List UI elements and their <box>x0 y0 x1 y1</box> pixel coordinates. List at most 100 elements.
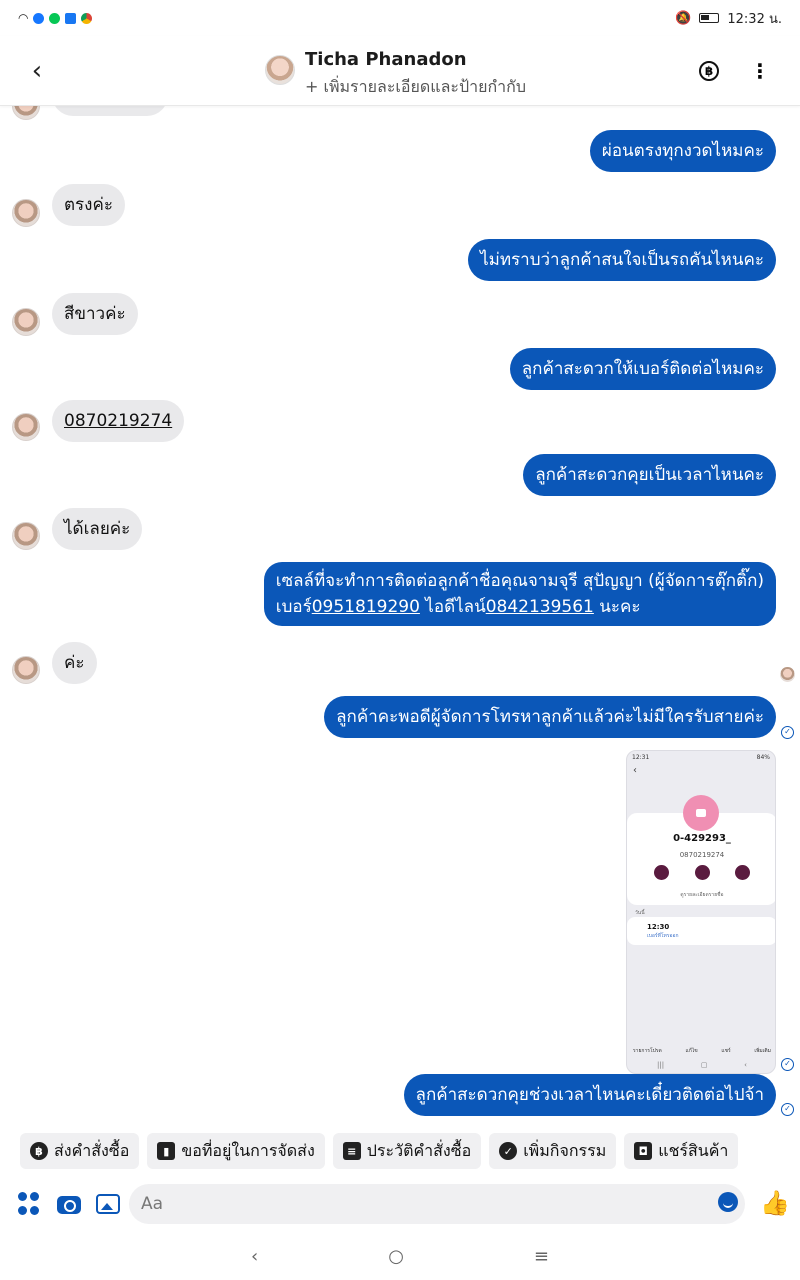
image-navbar: ||| ▢ ‹ <box>657 1061 747 1069</box>
nav-back-icon[interactable]: ‹ <box>251 1246 258 1267</box>
message-icon <box>694 865 710 880</box>
like-button[interactable]: 👍 <box>760 1188 790 1218</box>
status-bar: ◠ 🔕 12:32 น. <box>0 0 800 36</box>
delivered-icon: ✓ <box>781 1103 794 1116</box>
clock: 12:32 น. <box>727 11 782 27</box>
quick-action-label: เพิ่มกิจกรรม <box>523 1140 607 1160</box>
quick-action-add-activity[interactable]: ✓ เพิ่มกิจกรรม <box>489 1133 617 1169</box>
image-section-label: วันนี้ <box>635 910 645 916</box>
quick-action-label: ส่งคำสั่งซื้อ <box>54 1140 130 1160</box>
message-composer: Aa 👍 <box>0 1182 800 1226</box>
check-icon: ✓ <box>499 1142 518 1160</box>
image-call-status: เบอร์ที่โทรออก <box>647 933 679 939</box>
chrome-icon <box>81 12 93 24</box>
video-icon <box>735 865 750 880</box>
camera-icon[interactable] <box>57 1196 81 1214</box>
add-details-link[interactable]: + เพิ่มรายละเอียดและป้ายกำกับ <box>305 75 526 100</box>
sender-avatar <box>12 413 40 441</box>
image-call-log <box>627 917 775 945</box>
message-list[interactable]: ผ่อนตรงทุกงวดไหมคะ ตรงค่ะ ไม่ทราบว่าลูกค… <box>0 106 800 1126</box>
delivered-icon: ✓ <box>781 726 794 739</box>
recents-icon: ||| <box>657 1061 665 1069</box>
message-bubble-outgoing[interactable]: ไม่ทราบว่าลูกค้าสนใจเป็นรถคันไหนคะ <box>468 239 776 281</box>
sender-avatar <box>12 656 40 684</box>
image-actions <box>654 865 750 880</box>
message-bubble-outgoing[interactable]: เซลล์ที่จะทำการติดต่อลูกค้าชื่อคุณจามจุร… <box>263 562 776 626</box>
message-bubble-incoming[interactable]: สีขาวค่ะ <box>52 293 138 335</box>
image-back-icon: ‹ <box>633 765 637 776</box>
delivered-icon: ✓ <box>781 1058 794 1071</box>
quick-action-share-product[interactable]: ◘ แชร์สินค้า <box>624 1133 739 1169</box>
image-time: 12:31 <box>632 754 650 761</box>
quick-action-send-order[interactable]: ฿ ส่งคำสั่งซื้อ <box>20 1133 140 1169</box>
message-bubble-outgoing[interactable]: ลูกค้าคะพอดีผู้จัดการโทรหาลูกค้าแล้วค่ะไ… <box>324 696 776 738</box>
image-battery: 84% <box>756 754 770 761</box>
sender-avatar <box>12 522 40 550</box>
sender-avatar <box>12 308 40 336</box>
quick-action-label: ขอที่อยู่ในการจัดส่ง <box>181 1140 315 1160</box>
nav-recents-icon[interactable]: ≡ <box>534 1246 549 1267</box>
message-bubble-phone-link[interactable]: 0870219274 <box>52 400 185 442</box>
image-contact-name: 0-429293_ <box>673 833 731 844</box>
message-bubble-incoming[interactable]: ได้เลยค่ะ <box>52 508 143 550</box>
emoji-icon[interactable] <box>718 1192 738 1212</box>
contact-name[interactable]: Ticha Phanadon <box>305 49 467 70</box>
image-details-link: ดูรายละเอียดรายชื่อ <box>680 892 724 898</box>
shared-image[interactable]: 12:31 84% ‹ 0-429293_ 0870219274 ดูรายละเ… <box>626 750 776 1074</box>
image-footer-item: แก้ไข <box>685 1048 698 1054</box>
quick-action-order-history[interactable]: ≡ ประวัติคำสั่งซื้อ <box>332 1133 482 1169</box>
call-icon <box>654 865 669 880</box>
message-bubble-partial <box>52 106 168 116</box>
back-button[interactable]: ‹ <box>22 56 52 86</box>
notification-icons: ◠ <box>18 11 93 25</box>
message-bubble-outgoing[interactable]: ลูกค้าสะดวกคุยช่วงเวลาไหนคะเดี๋ยวติดต่อไ… <box>403 1074 776 1116</box>
payment-button[interactable]: ฿ <box>699 61 719 81</box>
line-icon <box>49 12 61 24</box>
facebook-icon <box>65 12 77 24</box>
message-bubble-incoming[interactable]: ค่ะ <box>52 642 97 684</box>
message-bubble-outgoing[interactable]: ลูกค้าสะดวกให้เบอร์ติดต่อไหมคะ <box>509 348 776 390</box>
message-bubble-outgoing[interactable]: ลูกค้าสะดวกคุยเป็นเวลาไหนคะ <box>523 454 776 496</box>
home-icon: ▢ <box>700 1061 708 1069</box>
message-bubble-outgoing[interactable]: ผ่อนตรงทุกงวดไหมคะ <box>589 130 776 172</box>
quick-action-label: ประวัติคำสั่งซื้อ <box>366 1140 472 1160</box>
more-options-button[interactable]: ⋮ <box>750 58 770 84</box>
apps-icon[interactable] <box>18 1192 42 1216</box>
message-line: เซลล์ที่จะทำการติดต่อลูกค้าชื่อคุณจามจุร… <box>275 571 764 591</box>
image-footer: รายการโปรด แก้ไข แชร์ เพิ่มเติม <box>633 1047 771 1055</box>
phone-link[interactable]: 0951819290 <box>312 597 420 617</box>
message-text: นะคะ <box>593 597 641 617</box>
system-navbar: ‹ ○ ≡ <box>0 1236 800 1276</box>
battery-icon <box>699 13 720 23</box>
image-footer-item: รายการโปรด <box>633 1048 662 1054</box>
image-footer-item: แชร์ <box>721 1048 731 1054</box>
quick-actions-bar[interactable]: ฿ ส่งคำสั่งซื้อ ▮ ขอที่อยู่ในการจัดส่ง ≡ ปร… <box>20 1133 739 1169</box>
line-id-link[interactable]: 0842139561 <box>486 597 594 617</box>
quick-action-label: แชร์สินค้า <box>658 1140 729 1160</box>
list-icon: ≡ <box>342 1142 361 1160</box>
seen-avatar <box>780 667 795 682</box>
message-input[interactable]: Aa <box>129 1184 745 1224</box>
shop-icon: ◘ <box>634 1142 653 1160</box>
message-line: เบอร์0951819290 ไอดีไลน์0842139561 นะคะ <box>276 594 764 620</box>
image-status-bar: 12:31 84% <box>627 751 775 765</box>
gallery-icon[interactable] <box>96 1194 120 1214</box>
contact-avatar[interactable] <box>265 55 295 85</box>
message-text: ไอดีไลน์ <box>419 597 486 617</box>
quick-action-request-address[interactable]: ▮ ขอที่อยู่ในการจัดส่ง <box>147 1133 325 1169</box>
sender-avatar <box>12 106 40 120</box>
image-contact-avatar-icon <box>683 795 719 831</box>
sender-avatar <box>12 199 40 227</box>
chat-header: ‹ Ticha Phanadon + เพิ่มรายละเอียดและป้า… <box>0 36 800 106</box>
message-bubble-incoming[interactable]: ตรงค่ะ <box>52 184 125 226</box>
app-notification-icon <box>33 12 45 24</box>
image-footer-item: เพิ่มเติม <box>754 1048 771 1054</box>
message-text: เบอร์ <box>275 597 312 617</box>
map-icon: ▮ <box>157 1142 176 1160</box>
system-icons: 🔕 12:32 น. <box>675 8 782 29</box>
nav-home-icon[interactable]: ○ <box>388 1246 404 1267</box>
back-icon: ‹ <box>744 1061 747 1069</box>
mute-icon: 🔕 <box>675 10 692 26</box>
image-contact-number: 0870219274 <box>679 851 725 859</box>
baht-icon: ฿ <box>30 1142 48 1160</box>
